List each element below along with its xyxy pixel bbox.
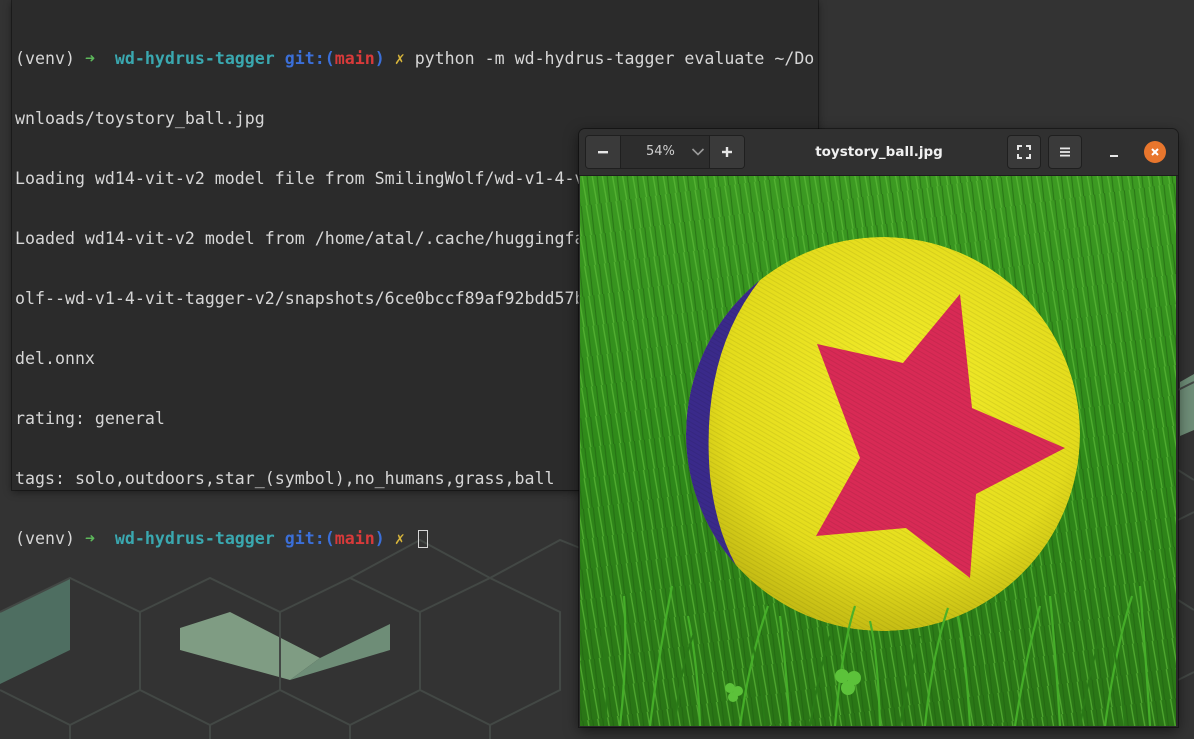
displayed-photo <box>580 176 1176 726</box>
venv-label: (venv) <box>15 49 85 68</box>
viewer-headerbar[interactable]: 54% toystory_ball.jpg <box>579 129 1178 176</box>
zoom-control[interactable]: 54% <box>585 135 745 169</box>
prompt-dirty-marker: ✗ <box>384 49 415 68</box>
prompt-arrow: ➜ <box>84 49 115 68</box>
chevron-down-icon <box>691 148 705 156</box>
prompt-git-close: ) <box>374 529 385 548</box>
terminal-command: python -m wd-hydrus-tagger evaluate ~/Do <box>414 49 815 68</box>
prompt-git-close: ) <box>374 49 385 68</box>
minus-icon <box>598 151 608 154</box>
window-title: toystory_ball.jpg <box>815 144 943 160</box>
terminal-line: wnloads/toystory_ball.jpg <box>15 109 265 128</box>
zoom-in-button[interactable] <box>709 136 744 168</box>
minimize-button[interactable] <box>1103 141 1125 163</box>
prompt-directory: wd-hydrus-tagger <box>114 49 275 68</box>
fullscreen-icon <box>1017 145 1031 159</box>
minimize-icon <box>1110 155 1118 157</box>
prompt-arrow: ➜ <box>84 529 115 548</box>
terminal-cursor[interactable] <box>417 530 428 548</box>
prompt-directory: wd-hydrus-tagger <box>114 529 275 548</box>
zoom-out-button[interactable] <box>586 136 621 168</box>
plus-icon <box>722 147 732 157</box>
close-icon <box>1151 148 1159 156</box>
prompt-git-branch: main <box>334 49 375 68</box>
venv-label: (venv) <box>15 529 85 548</box>
terminal-prompt-line: (venv) ➜ wd-hydrus-tagger git:(main) ✗ p… <box>15 49 815 69</box>
fullscreen-button[interactable] <box>1007 135 1041 169</box>
prompt-dirty-marker: ✗ <box>384 529 415 548</box>
close-button[interactable] <box>1144 141 1166 163</box>
main-menu-button[interactable] <box>1048 135 1082 169</box>
prompt-git-branch: main <box>334 529 375 548</box>
zoom-dropdown-button[interactable] <box>690 136 706 168</box>
prompt-git-label: git:( <box>274 49 335 68</box>
zoom-level[interactable]: 54% <box>646 136 675 168</box>
image-viewer-window[interactable]: 54% toystory_ball.jpg <box>579 129 1178 727</box>
prompt-git-label: git:( <box>274 529 335 548</box>
hamburger-menu-icon <box>1060 147 1070 157</box>
